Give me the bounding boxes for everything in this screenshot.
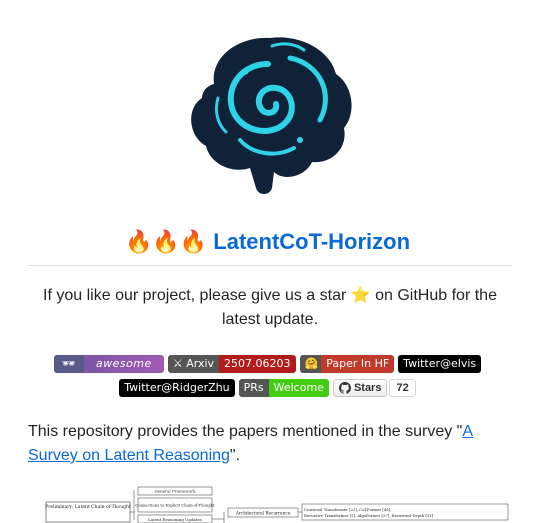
stars-count[interactable]: 72 [389, 379, 416, 397]
arxiv-label: Arxiv [186, 357, 215, 370]
twitter-ridger-badge[interactable]: Twitter@RidgerZhu [119, 379, 235, 397]
desc-after: ". [229, 447, 241, 464]
desc-before: This repository provides the papers ment… [28, 423, 463, 440]
heading-divider [28, 265, 512, 266]
diagram-mid-label-1: General Framework [155, 489, 196, 494]
diagram-mid-label-3: Latent Reasoning Updates [148, 517, 202, 522]
prs-welcome-badge[interactable]: PRs Welcome [238, 379, 329, 397]
diagram-arch-label: Architectural Recurrence [235, 511, 291, 516]
github-stars-widget: Stars 72 [332, 379, 416, 397]
awesome-badge[interactable]: 🕶 awesome [53, 355, 164, 373]
arxiv-icon: ⚔ [172, 357, 187, 370]
diagram-right-line-1: Universal Transformer [22], CoTFormer [4… [304, 507, 391, 512]
paper-hf-badge[interactable]: 🤗 Paper In HF [299, 355, 395, 373]
title-link[interactable]: LatentCoT-Horizon [213, 229, 410, 254]
taxonomy-diagram: Preliminary: Latent Chain-of-Thought Gen… [40, 484, 512, 523]
badges-row-2: Twitter@RidgerZhu PRs Welcome Stars 72 [0, 379, 535, 397]
star-icon: ⭐ [350, 285, 371, 304]
prs-value: Welcome [268, 379, 329, 397]
intro-before: If you like our project, please give us … [43, 287, 351, 304]
page-title: 🔥🔥🔥 LatentCoT-Horizon [0, 226, 535, 258]
arxiv-id: 2507.06203 [219, 355, 296, 373]
arxiv-label-wrap: ⚔ Arxiv [167, 355, 220, 373]
github-icon [338, 382, 351, 394]
badges-row-1: 🕶 awesome ⚔ Arxiv 2507.06203 🤗 Paper In … [0, 355, 535, 373]
stars-label: Stars [353, 382, 382, 394]
twitter-elvis-badge[interactable]: Twitter@elvis [398, 355, 482, 373]
github-stars-button[interactable]: Stars [332, 379, 388, 397]
sunglasses-icon: 🕶 [61, 357, 76, 370]
arxiv-badge[interactable]: ⚔ Arxiv 2507.06203 [167, 355, 296, 373]
prs-label: PRs [238, 379, 269, 397]
hugging-face-icon: 🤗 [299, 355, 322, 373]
diagram-mid-label-2: Connections to Explicit Chain-of-Thought [135, 503, 215, 508]
intro-text: If you like our project, please give us … [28, 283, 512, 332]
diagram-right-line-2: Recursive Transformer [2], AlgoFormer [2… [304, 513, 434, 518]
diagram-left-label: Preliminary: Latent Chain-of-Thought [45, 504, 131, 510]
awesome-label: awesome [95, 357, 152, 370]
brain-logo [180, 28, 360, 196]
fire-icon: 🔥🔥🔥 [124, 230, 208, 255]
paper-hf-label: Paper In HF [321, 355, 395, 373]
repo-description: This repository provides the papers ment… [28, 420, 512, 468]
brain-spiral-icon [191, 37, 352, 195]
